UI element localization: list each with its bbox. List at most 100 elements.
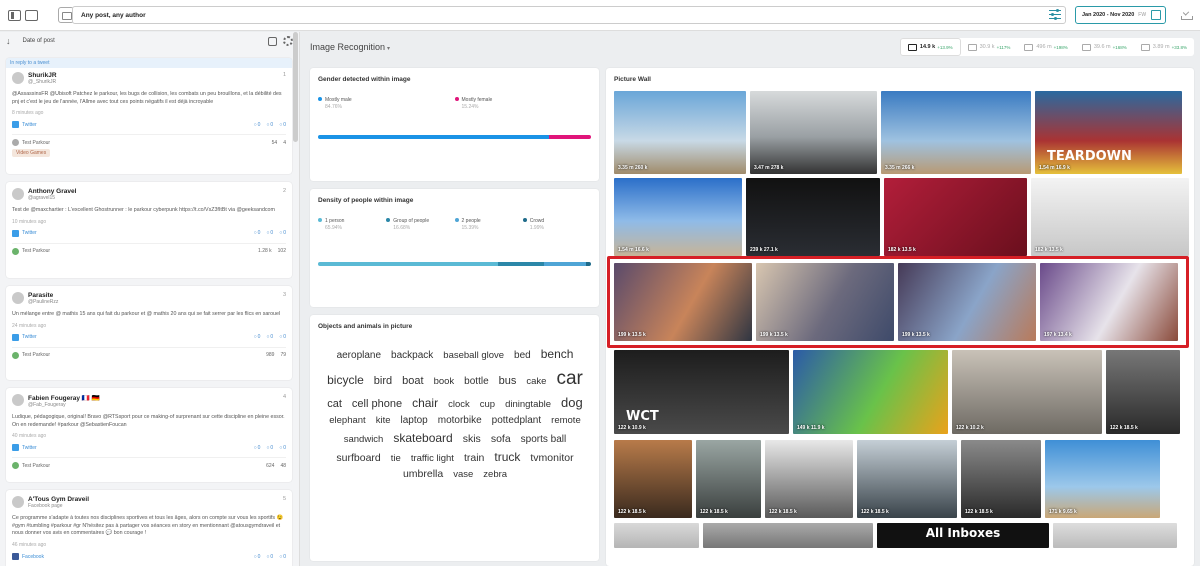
picture-tile[interactable]: 199 k 13.5 k <box>756 263 894 341</box>
gear-icon[interactable] <box>283 36 293 46</box>
reply-count[interactable]: 0 <box>254 122 261 128</box>
picture-tile[interactable]: 239 k 27.1 k <box>746 178 880 256</box>
picture-tile[interactable]: 122 k 18.5 k <box>1106 350 1180 434</box>
network-label[interactable]: Twitter <box>22 230 37 236</box>
object-word[interactable]: bottle <box>464 374 488 390</box>
post-card[interactable]: A'Tous Gym Draveil Facebook page 5 Ce progr… <box>6 490 292 566</box>
picture-tile[interactable]: 1.54 m 16.6 k <box>614 178 742 256</box>
retweet-count[interactable]: 0 <box>279 122 286 128</box>
picture-tile[interactable]: 122 k 18.5 k <box>857 440 957 518</box>
object-word[interactable]: boat <box>402 373 423 390</box>
avatar[interactable] <box>12 394 24 406</box>
category-tag[interactable]: Video Games <box>12 149 51 158</box>
object-word[interactable]: sofa <box>491 431 511 447</box>
object-word[interactable]: diningtable <box>505 398 551 413</box>
author-name[interactable]: A'Tous Gym Draveil <box>28 496 89 503</box>
avatar[interactable] <box>12 188 24 200</box>
author-name[interactable]: Parasite <box>28 292 58 299</box>
sort-select[interactable]: Date of post <box>23 38 263 44</box>
object-word[interactable]: cup <box>480 398 495 413</box>
reply-count[interactable]: 0 <box>254 334 261 340</box>
picture-tile[interactable]: TEARDOWN 1.54 m 16.9 k <box>1035 91 1182 174</box>
avatar[interactable] <box>12 292 24 304</box>
search-input[interactable]: Any post, any author <box>72 6 1066 24</box>
metric-link[interactable]: 496 m +198% <box>1017 38 1074 56</box>
network-label[interactable]: Twitter <box>22 445 37 451</box>
post-card[interactable]: Parasite @PaulineRzz 3 Un mélange entre @ m… <box>6 286 292 380</box>
network-label[interactable]: Twitter <box>22 334 37 340</box>
project-label[interactable]: Test Parkour <box>22 463 50 469</box>
retweet-count[interactable]: 0 <box>279 445 286 451</box>
object-word[interactable]: zebra <box>483 468 507 483</box>
metric-screen[interactable]: 30.9 k +117% <box>961 38 1018 56</box>
picture-tile[interactable]: 122 k 18.5 k <box>765 440 853 518</box>
metric-share[interactable]: 3.89 m +33.8% <box>1134 38 1194 56</box>
picture-tile[interactable]: 122 k 18.5 k <box>961 440 1041 518</box>
reply-count[interactable]: 0 <box>254 445 261 451</box>
retweet-count[interactable]: 0 <box>279 230 286 236</box>
object-word[interactable]: bus <box>499 373 517 390</box>
object-word[interactable]: baseball glove <box>443 349 504 364</box>
author-name[interactable]: Anthony Gravel <box>28 188 76 195</box>
object-word[interactable]: kite <box>376 414 391 429</box>
network-label[interactable]: Twitter <box>22 122 37 128</box>
like-count[interactable]: 0 <box>266 554 273 560</box>
object-word[interactable]: bird <box>374 373 392 390</box>
like-count[interactable]: 0 <box>266 334 273 340</box>
object-word[interactable]: motorbike <box>438 413 482 429</box>
network-label[interactable]: Facebook <box>22 554 44 560</box>
author-name[interactable]: ShurikJR <box>28 72 57 79</box>
object-word[interactable]: truck <box>494 448 520 467</box>
post-card[interactable]: In reply to a tweet ShurikJR @_ShurikJR 1 @A… <box>6 58 292 174</box>
picture-tile[interactable]: 3.47 m 278 k <box>750 91 877 174</box>
picture-tile[interactable]: 122 k 18.5 k <box>614 440 692 518</box>
select-all-icon[interactable] <box>268 36 277 46</box>
project-label[interactable]: Test Parkour <box>22 140 50 146</box>
object-word[interactable]: tvmonitor <box>530 450 573 466</box>
object-word[interactable]: aeroplane <box>337 348 381 364</box>
object-word[interactable]: pottedplant <box>492 413 542 429</box>
single-view-icon[interactable] <box>25 9 38 21</box>
date-range-button[interactable]: Jan 2020 - Nov 2020 FW <box>1075 6 1166 24</box>
download-icon[interactable] <box>1181 10 1193 20</box>
avatar[interactable] <box>12 496 24 508</box>
picture-tile[interactable]: 182 k 13.5 k <box>1031 178 1189 256</box>
object-word[interactable]: laptop <box>401 413 428 429</box>
object-word[interactable]: skateboard <box>393 429 452 448</box>
like-count[interactable]: 0 <box>266 122 273 128</box>
picture-tile[interactable]: 122 k 10.2 k <box>952 350 1102 434</box>
picture-tile[interactable]: 171 k 9.65 k <box>1045 440 1160 518</box>
retweet-count[interactable]: 0 <box>279 554 286 560</box>
object-word[interactable]: cat <box>327 396 342 413</box>
author-name[interactable]: Fabien Fougeray 🇫🇷 🇩🇪 <box>28 394 100 402</box>
sidebar-scrollbar[interactable] <box>293 32 298 142</box>
project-label[interactable]: Test Parkour <box>22 352 50 358</box>
object-word[interactable]: umbrella <box>403 466 443 482</box>
view-selector[interactable]: Image Recognition ▾ <box>310 42 390 52</box>
picture-tile[interactable]: All Inboxes <box>877 523 1049 548</box>
reply-count[interactable]: 0 <box>254 230 261 236</box>
object-word[interactable]: sandwich <box>344 433 384 448</box>
picture-tile[interactable] <box>1053 523 1177 548</box>
picture-tile[interactable]: 197 k 13.4 k <box>1040 263 1178 341</box>
object-word[interactable]: skis <box>463 431 481 447</box>
retweet-count[interactable]: 0 <box>279 334 286 340</box>
like-count[interactable]: 0 <box>266 445 273 451</box>
object-word[interactable]: train <box>464 450 484 466</box>
split-view-icon[interactable] <box>8 9 21 21</box>
picture-tile[interactable]: 3.35 m 266 k <box>881 91 1031 174</box>
object-word[interactable]: bench <box>541 345 574 364</box>
picture-tile[interactable]: 199 k 13.5 k <box>898 263 1036 341</box>
object-word[interactable]: cake <box>526 375 546 390</box>
picture-tile[interactable]: 199 k 13.5 k <box>614 263 752 341</box>
object-word[interactable]: bicycle <box>327 371 364 390</box>
post-card[interactable]: Anthony Gravel @agravel15 2 Test de @maxcha… <box>6 182 292 278</box>
object-word[interactable]: book <box>434 375 455 390</box>
object-word[interactable]: dog <box>561 393 583 413</box>
picture-tile[interactable] <box>614 523 699 548</box>
metric-comment[interactable]: 14.9 k +13.9% <box>899 38 961 56</box>
like-count[interactable]: 0 <box>266 230 273 236</box>
sliders-icon[interactable] <box>1049 8 1061 20</box>
sort-direction-icon[interactable]: ↓ <box>6 36 11 46</box>
reply-count[interactable]: 0 <box>254 554 261 560</box>
